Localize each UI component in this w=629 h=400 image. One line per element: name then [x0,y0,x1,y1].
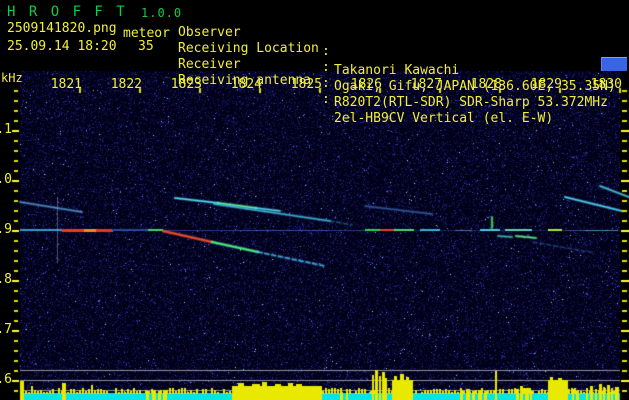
info-value: 2el-HB9CV Vertical (el. E-W) [334,111,554,126]
info-colon: : [322,92,330,107]
activity-indicator-box [601,57,627,71]
y-axis-unit-label: kHz [1,71,23,85]
y-tick-label: 0.6 [0,372,12,387]
x-tick-label: 1825 [290,77,322,92]
info-label: Receiver [178,57,241,72]
y-tick-label: 1.0 [0,172,12,187]
hrofft-window: H R O F F T 1.0.0 2509141820.png meteor … [0,0,629,400]
info-colon: : [322,60,330,75]
info-colon: : [322,76,330,91]
x-tick-label: 1821 [50,77,82,92]
app-version: 1.0.0 [141,6,183,20]
y-tick-label: 0.9 [0,222,12,237]
y-tick-label: 0.7 [0,322,12,337]
info-value: Takanori Kawachi [334,63,460,78]
x-tick-label: 1828 [470,77,502,92]
spectrogram-canvas [0,0,629,400]
x-tick-label: 1827 [410,77,442,92]
x-tick-label: 1826 [350,77,382,92]
x-tick-label: 1829 [530,77,562,92]
info-label: Observer [178,25,241,40]
x-tick-label: 1823 [170,77,202,92]
x-tick-label: 1824 [230,77,262,92]
info-colon: : [322,44,330,59]
x-tick-label: 1830 [590,77,622,92]
echo-count: 35 [138,39,154,54]
x-tick-label: 1822 [110,77,142,92]
y-tick-label: 1.1 [0,122,12,137]
info-label: Receiving Location [178,41,319,56]
info-value: R820T2(RTL-SDR) SDR-Sharp 53.372MHz [334,95,608,110]
y-tick-label: 0.8 [0,272,12,287]
